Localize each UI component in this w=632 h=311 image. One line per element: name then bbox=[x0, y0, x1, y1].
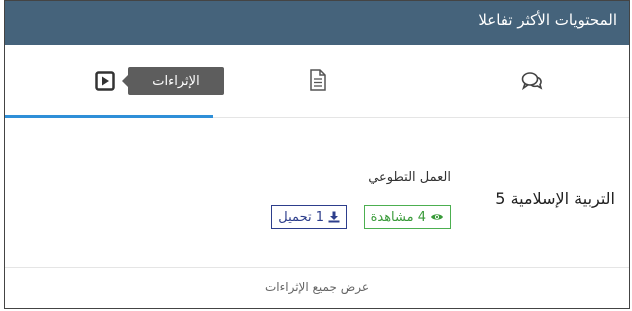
tab-enrichments[interactable]: الإثراءات bbox=[5, 45, 224, 118]
content-item-row: التربية الإسلامية 5 العمل التطوعي 4 مشاه… bbox=[5, 117, 629, 267]
view-all-link[interactable]: عرض جميع الإثراءات bbox=[5, 280, 629, 294]
panel-footer: عرض جميع الإثراءات bbox=[5, 267, 629, 309]
views-badge: 4 مشاهدة bbox=[363, 205, 451, 229]
tooltip-arrow bbox=[122, 75, 128, 87]
most-interactive-panel: المحتويات الأكثر تفاعلا الإثراءات التربي… bbox=[4, 0, 630, 309]
item-title[interactable]: العمل التطوعي bbox=[368, 170, 451, 185]
tab-documents[interactable] bbox=[213, 45, 421, 117]
play-square-icon bbox=[95, 71, 115, 91]
tab-tooltip: الإثراءات bbox=[122, 67, 224, 95]
comments-icon bbox=[521, 72, 543, 91]
tab-bar: الإثراءات bbox=[5, 45, 629, 118]
panel-header: المحتويات الأكثر تفاعلا bbox=[5, 1, 629, 45]
views-label: 4 مشاهدة bbox=[370, 209, 426, 225]
item-subject: التربية الإسلامية 5 bbox=[495, 189, 615, 208]
download-icon bbox=[328, 211, 340, 223]
downloads-badge: 1 تحميل bbox=[271, 205, 347, 229]
tab-comments[interactable] bbox=[421, 45, 629, 117]
panel-title: المحتويات الأكثر تفاعلا bbox=[478, 11, 617, 29]
tooltip-label: الإثراءات bbox=[152, 73, 200, 89]
document-icon bbox=[310, 69, 326, 91]
eye-icon bbox=[431, 214, 443, 220]
downloads-label: 1 تحميل bbox=[278, 209, 324, 225]
